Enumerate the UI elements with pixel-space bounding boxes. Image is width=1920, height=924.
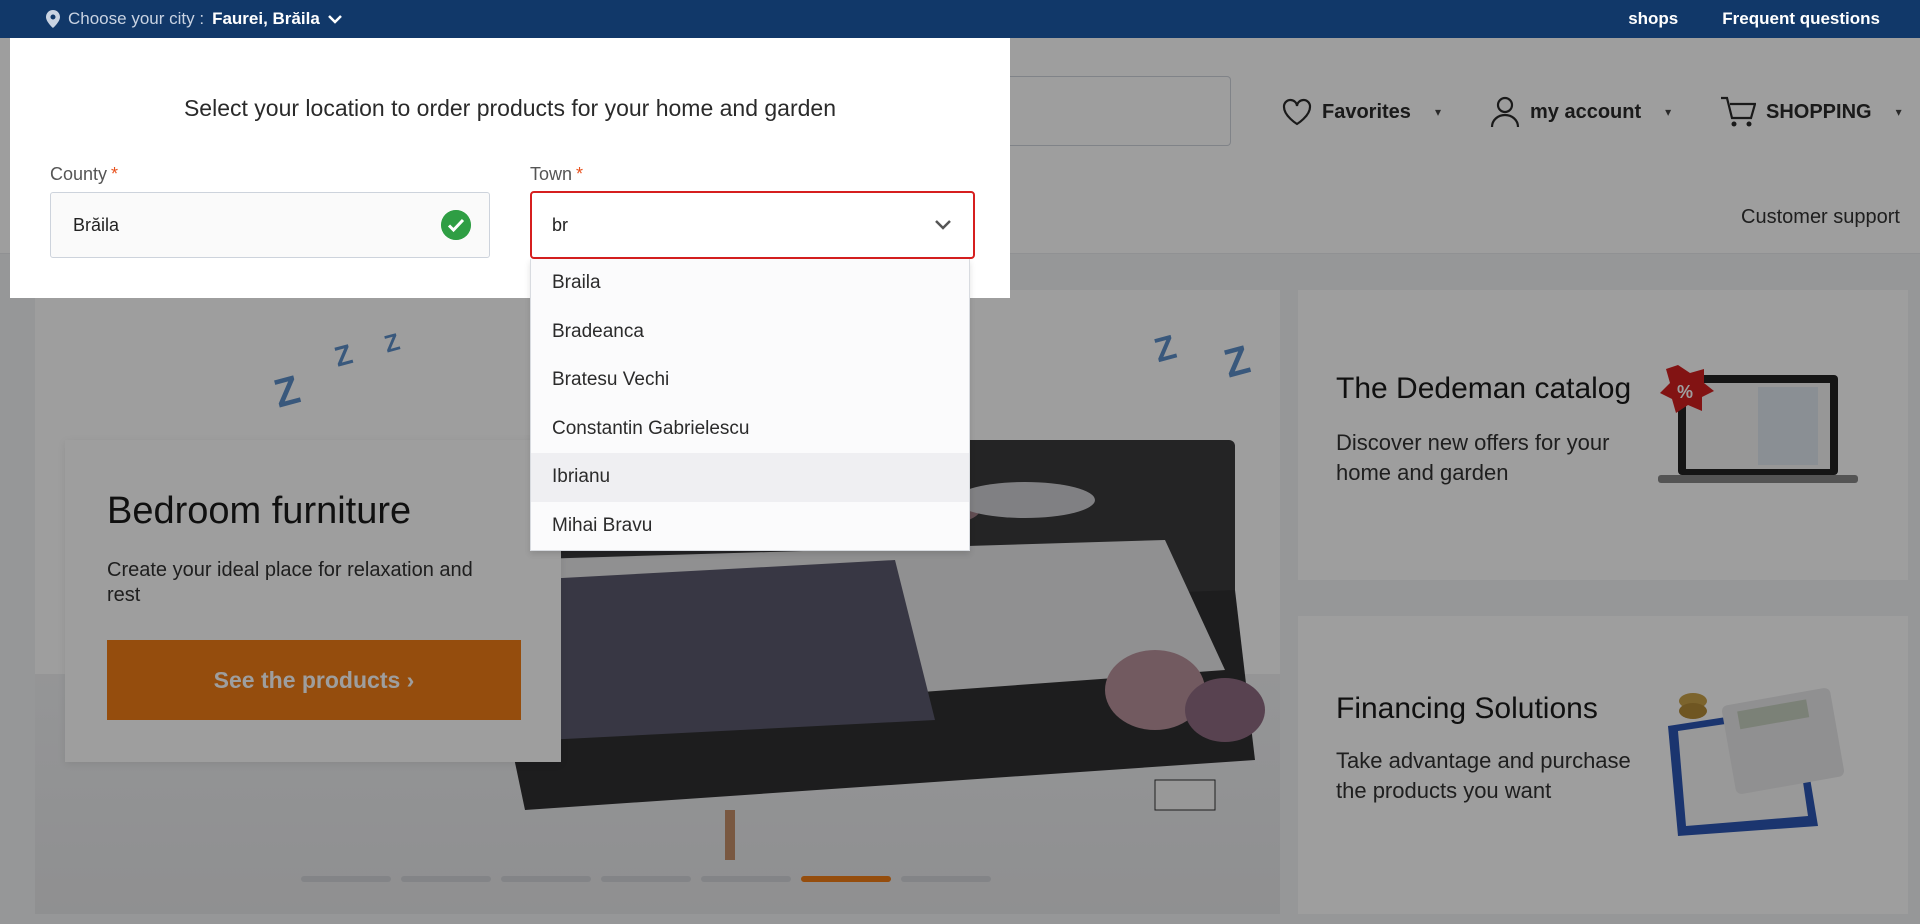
shops-link[interactable]: shops bbox=[1628, 9, 1678, 29]
town-dropdown: Braila Bradeanca Bratesu Vechi Constanti… bbox=[530, 259, 970, 551]
town-label-text: Town bbox=[530, 164, 573, 184]
check-circle-icon bbox=[441, 210, 471, 240]
town-option[interactable]: Constantin Gabrielescu bbox=[531, 405, 969, 454]
location-pin-icon bbox=[46, 10, 60, 28]
city-selector[interactable]: Choose your city : Faurei, Brăila bbox=[46, 0, 342, 38]
required-mark: * bbox=[111, 164, 119, 184]
top-bar: Choose your city : Faurei, Brăila shops … bbox=[0, 0, 1920, 38]
town-field[interactable]: br bbox=[530, 191, 975, 259]
county-label-text: County bbox=[50, 164, 108, 184]
town-option[interactable]: Braila bbox=[531, 259, 969, 308]
faq-link[interactable]: Frequent questions bbox=[1722, 9, 1880, 29]
city-value[interactable]: Faurei, Brăila bbox=[212, 9, 320, 29]
town-label: Town * bbox=[530, 164, 583, 185]
required-mark: * bbox=[576, 164, 584, 184]
county-label: County * bbox=[50, 164, 118, 185]
town-option-hovered[interactable]: Ibrianu bbox=[531, 453, 969, 502]
city-prefix: Choose your city : bbox=[68, 9, 205, 28]
chevron-down-icon[interactable] bbox=[933, 215, 953, 235]
county-field[interactable]: Brăila bbox=[50, 192, 490, 258]
town-option[interactable]: Bradeanca bbox=[531, 308, 969, 357]
modal-title: Select your location to order products f… bbox=[183, 95, 837, 121]
chevron-down-icon bbox=[327, 15, 342, 24]
town-option[interactable]: Bratesu Vechi bbox=[531, 356, 969, 405]
town-value: br bbox=[552, 214, 569, 235]
county-value: Brăila bbox=[73, 214, 120, 235]
town-option[interactable]: Mihai Bravu bbox=[531, 502, 969, 551]
